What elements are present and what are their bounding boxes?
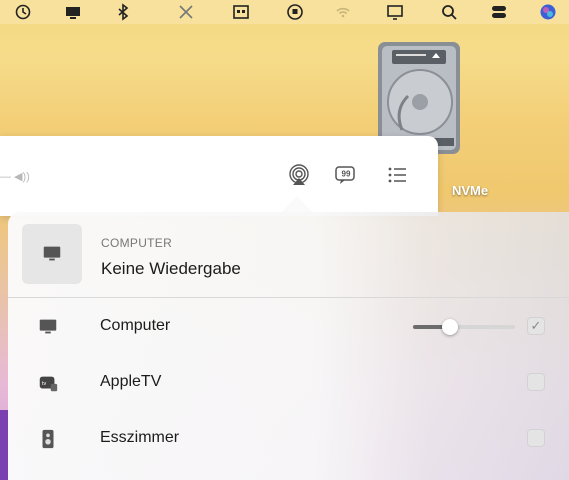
control-center-icon[interactable] xyxy=(488,1,510,23)
device-checkbox[interactable] xyxy=(527,429,545,447)
device-checkbox[interactable] xyxy=(527,373,545,391)
airplay-icon[interactable] xyxy=(286,162,312,188)
vpn-icon[interactable] xyxy=(284,1,306,23)
now-playing-status: Keine Wiedergabe xyxy=(101,259,241,278)
checkmark-icon: ✓ xyxy=(530,318,542,333)
device-row-computer[interactable]: Computer ✓ xyxy=(8,299,569,355)
device-label: AppleTV xyxy=(100,373,162,390)
volume-indicator[interactable]: — ◀)) xyxy=(0,170,30,183)
screen-mirroring-icon[interactable] xyxy=(384,1,406,23)
siri-icon[interactable] xyxy=(537,1,559,23)
calendar-grid-icon[interactable] xyxy=(230,1,252,23)
svg-text:tv: tv xyxy=(42,381,47,387)
device-row-appletv[interactable]: tv AppleTV xyxy=(8,355,569,411)
slider-knob[interactable] xyxy=(441,319,458,335)
volume-slider[interactable] xyxy=(413,319,515,335)
display-icon[interactable] xyxy=(62,1,84,23)
appletv-icon: tv xyxy=(34,369,62,397)
popover-pointer xyxy=(281,196,313,213)
bluetooth-icon[interactable] xyxy=(112,1,134,23)
time-machine-icon[interactable] xyxy=(12,1,34,23)
scissors-icon[interactable] xyxy=(175,1,197,23)
device-label: Computer xyxy=(100,317,171,334)
wifi-icon[interactable] xyxy=(332,1,354,23)
divider xyxy=(8,297,569,298)
queue-icon[interactable] xyxy=(384,162,410,188)
svg-text:99: 99 xyxy=(342,170,351,179)
computer-icon xyxy=(34,313,62,341)
lyrics-icon[interactable]: 99 xyxy=(332,162,358,188)
device-checkbox[interactable]: ✓ xyxy=(527,317,545,335)
desktop-edge xyxy=(0,410,8,480)
device-label: Esszimmer xyxy=(100,429,180,446)
search-icon[interactable] xyxy=(438,1,460,23)
disk-label: NVMe xyxy=(452,183,489,198)
music-window: — ◀)) 99 xyxy=(0,136,438,216)
speaker-icon xyxy=(34,425,62,453)
computer-icon xyxy=(22,224,82,284)
menu-bar xyxy=(0,0,569,24)
device-row-esszimmer[interactable]: Esszimmer xyxy=(8,411,569,467)
now-playing-device: COMPUTER xyxy=(101,236,173,250)
